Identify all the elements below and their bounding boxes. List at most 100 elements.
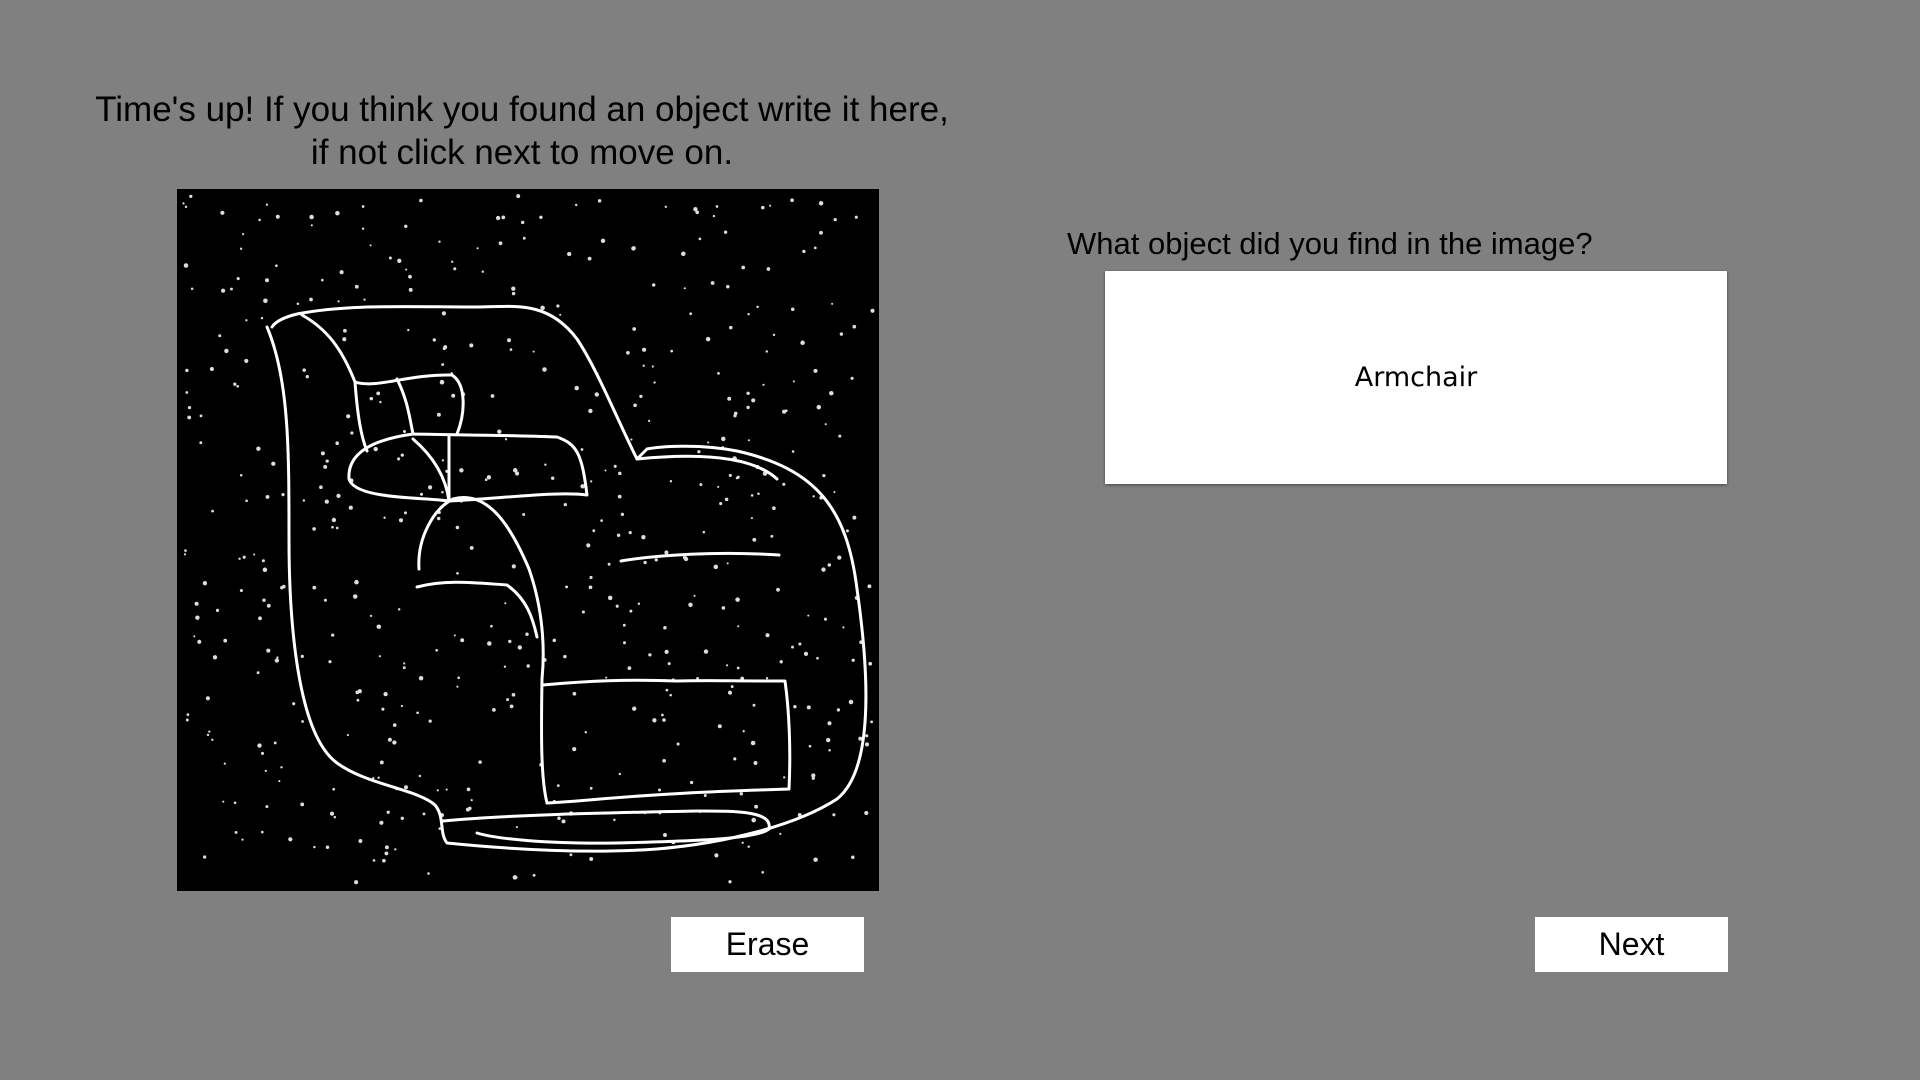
noise-dot bbox=[376, 391, 381, 396]
noise-dot bbox=[184, 549, 187, 552]
noise-dot bbox=[302, 499, 306, 502]
noise-dot bbox=[459, 468, 464, 473]
noise-dot bbox=[506, 698, 510, 702]
noise-dot bbox=[772, 333, 776, 337]
noise-dot bbox=[470, 799, 473, 802]
sketch-cushion bbox=[347, 432, 589, 503]
noise-dot bbox=[193, 635, 196, 638]
noise-dot bbox=[363, 298, 366, 301]
noise-dot bbox=[261, 559, 265, 563]
noise-dot bbox=[357, 689, 362, 694]
noise-dot bbox=[592, 529, 596, 533]
noise-dot bbox=[256, 671, 260, 675]
noise-dot bbox=[765, 677, 769, 680]
erase-button[interactable]: Erase bbox=[671, 917, 864, 972]
noise-dot bbox=[325, 845, 330, 850]
noise-dot bbox=[511, 692, 516, 697]
noise-dot bbox=[275, 214, 280, 219]
noise-dot bbox=[466, 787, 471, 792]
noise-dot bbox=[561, 819, 566, 824]
noise-dot bbox=[377, 776, 380, 779]
answer-input-value[interactable]: Armchair bbox=[1355, 362, 1478, 393]
noise-dot bbox=[724, 497, 729, 502]
noise-dot bbox=[484, 478, 488, 482]
noise-dot bbox=[212, 655, 218, 660]
noise-dot bbox=[662, 718, 666, 722]
noise-dot bbox=[642, 347, 647, 352]
noise-dot bbox=[221, 288, 226, 293]
noise-dot bbox=[651, 283, 656, 287]
noise-dot bbox=[263, 298, 268, 304]
noise-dot bbox=[699, 483, 703, 487]
noise-dot bbox=[331, 517, 337, 523]
noise-dot bbox=[870, 720, 873, 724]
noise-dot bbox=[622, 641, 627, 645]
noise-dot bbox=[241, 838, 244, 841]
noise-dot bbox=[384, 851, 389, 856]
noise-dot bbox=[864, 810, 869, 816]
noise-dot bbox=[594, 392, 599, 397]
noise-dot bbox=[218, 334, 222, 338]
noise-dot bbox=[394, 848, 397, 851]
noise-dot bbox=[736, 666, 740, 670]
noise-dot bbox=[230, 287, 233, 291]
noise-dot bbox=[715, 205, 719, 208]
noise-dot bbox=[556, 304, 560, 308]
noise-dot bbox=[539, 215, 543, 219]
noise-dot bbox=[632, 706, 637, 711]
noise-dot bbox=[490, 394, 495, 398]
noise-dot bbox=[400, 704, 404, 708]
noise-dot bbox=[754, 804, 759, 809]
noise-dot bbox=[223, 638, 228, 643]
drawing-canvas[interactable] bbox=[177, 189, 879, 891]
noise-dot bbox=[258, 616, 262, 621]
noise-dot bbox=[520, 220, 525, 225]
noise-dot bbox=[348, 505, 353, 510]
noise-dot bbox=[588, 585, 593, 590]
noise-dot bbox=[199, 414, 203, 418]
noise-dot bbox=[727, 690, 733, 695]
noise-dot bbox=[490, 624, 493, 628]
noise-dot bbox=[509, 704, 514, 709]
noise-dot bbox=[812, 495, 815, 498]
noise-dot bbox=[332, 787, 336, 791]
noise-dot bbox=[319, 485, 323, 490]
noise-dot bbox=[419, 198, 423, 203]
noise-dot bbox=[865, 734, 869, 738]
noise-dot bbox=[784, 409, 788, 413]
noise-dot bbox=[296, 302, 300, 305]
noise-dot bbox=[481, 270, 485, 273]
drawing-surface[interactable] bbox=[177, 189, 879, 891]
noise-dot bbox=[416, 711, 419, 715]
noise-dot bbox=[703, 649, 709, 654]
noise-dot bbox=[793, 704, 797, 709]
noise-dot bbox=[664, 205, 667, 208]
noise-dot bbox=[378, 655, 381, 658]
noise-dot bbox=[813, 368, 818, 373]
noise-dot bbox=[233, 382, 237, 386]
noise-dot bbox=[202, 855, 207, 859]
noise-dot bbox=[273, 741, 277, 745]
noise-dot bbox=[388, 256, 392, 260]
noise-dot bbox=[626, 350, 630, 355]
noise-dot bbox=[712, 214, 716, 218]
noise-dot bbox=[807, 614, 810, 617]
noise-dot bbox=[607, 562, 611, 566]
noise-dot bbox=[422, 812, 426, 816]
noise-dot bbox=[728, 473, 732, 477]
noise-dot bbox=[312, 585, 317, 590]
noise-dot bbox=[821, 567, 826, 572]
noise-dot bbox=[397, 258, 402, 263]
noise-dot bbox=[265, 203, 269, 206]
noise-dot bbox=[698, 237, 702, 241]
noise-dot bbox=[361, 205, 365, 208]
noise-dot bbox=[215, 608, 220, 612]
noise-dot bbox=[808, 744, 812, 748]
noise-dot bbox=[206, 733, 210, 737]
noise-dot bbox=[383, 516, 386, 519]
noise-dot bbox=[324, 499, 329, 504]
answer-input-box[interactable]: Armchair bbox=[1105, 271, 1727, 484]
next-button[interactable]: Next bbox=[1535, 917, 1728, 972]
noise-dot bbox=[397, 457, 401, 461]
noise-dot bbox=[703, 794, 707, 797]
